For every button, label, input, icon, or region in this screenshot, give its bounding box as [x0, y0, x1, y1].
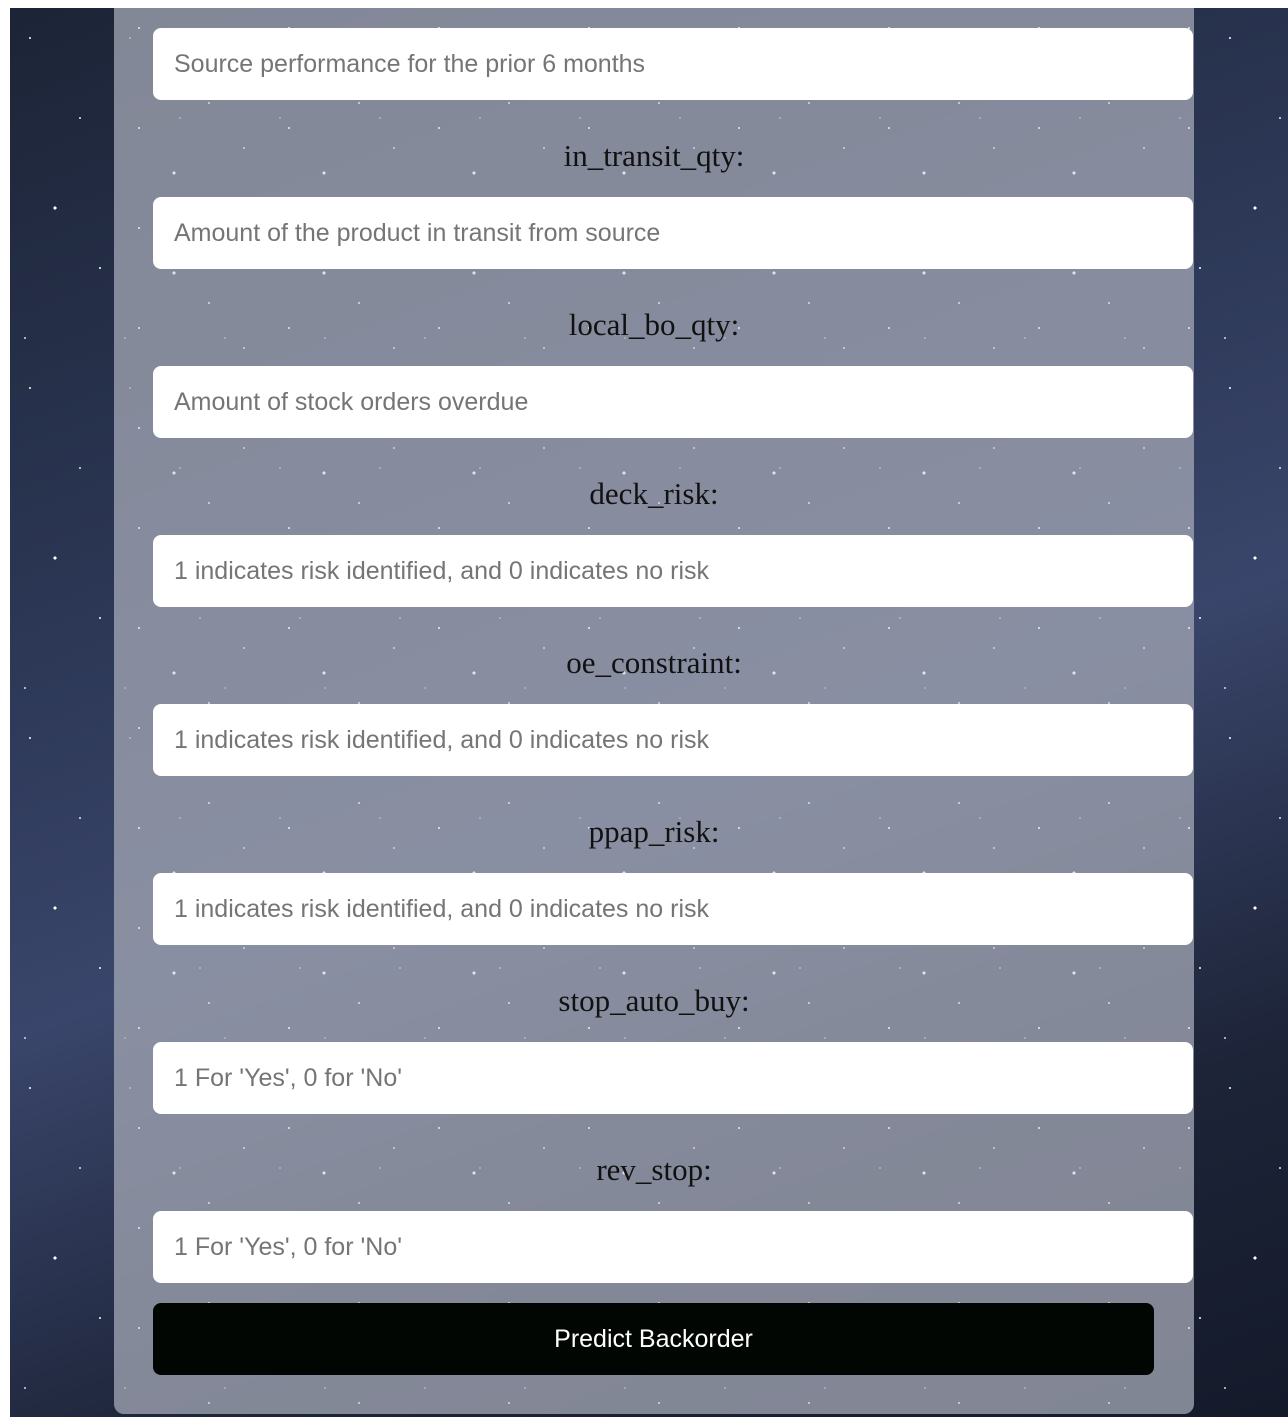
oe-constraint-label: oe_constraint:: [566, 645, 742, 680]
local-bo-qty-label: local_bo_qty:: [568, 307, 740, 342]
ppap-risk-input[interactable]: [153, 873, 1193, 945]
oe-constraint-input[interactable]: [153, 704, 1193, 776]
deck-risk-label: deck_risk:: [589, 476, 719, 511]
rev-stop-input[interactable]: [153, 1211, 1193, 1283]
in-transit-qty-label: in_transit_qty:: [563, 138, 745, 173]
rev-stop-label: rev_stop:: [596, 1152, 712, 1187]
local-bo-qty-input[interactable]: [153, 366, 1193, 438]
starry-background: in_transit_qty: local_bo_qty: deck_risk:…: [10, 8, 1288, 1417]
deck-risk-input[interactable]: [153, 535, 1193, 607]
ppap-risk-label: ppap_risk:: [588, 814, 720, 849]
stop-auto-buy-label: stop_auto_buy:: [558, 983, 750, 1018]
in-transit-qty-input[interactable]: [153, 197, 1193, 269]
predict-backorder-button[interactable]: Predict Backorder: [153, 1303, 1154, 1375]
stop-auto-buy-input[interactable]: [153, 1042, 1193, 1114]
source-performance-input[interactable]: [153, 28, 1193, 100]
form-panel: in_transit_qty: local_bo_qty: deck_risk:…: [114, 8, 1194, 1414]
